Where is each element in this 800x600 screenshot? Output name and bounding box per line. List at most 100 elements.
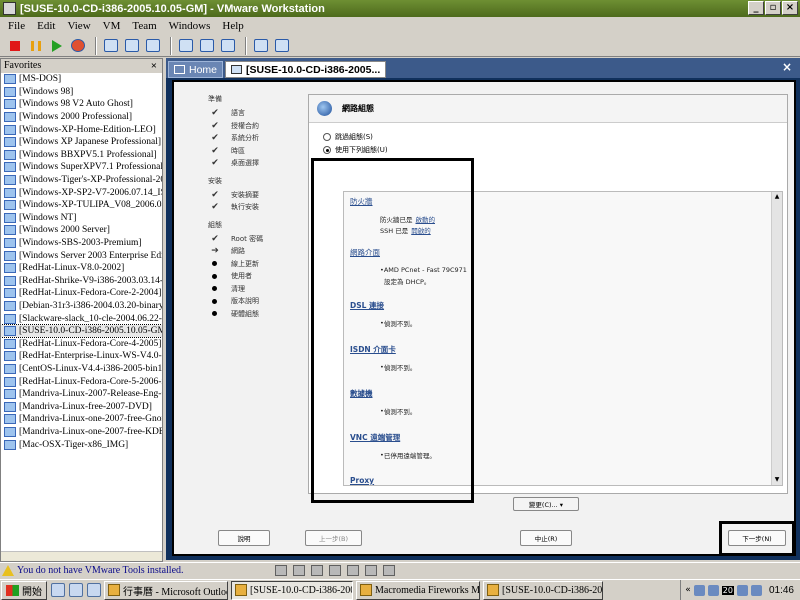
change-button[interactable]: 變更(C)... ▾ <box>513 497 579 511</box>
abort-button[interactable]: 中止(R) <box>520 530 572 546</box>
favorites-item[interactable]: [Mandriva-Linux-one-2007-free-KDE] <box>1 426 162 439</box>
menu-view[interactable]: View <box>67 20 90 32</box>
restore-button[interactable]: ▫ <box>765 1 781 15</box>
favorites-close-button[interactable]: × <box>151 59 157 73</box>
favorites-item[interactable]: [Windows NT] <box>1 212 162 225</box>
menu-file[interactable]: File <box>8 20 25 32</box>
favorites-item[interactable]: [Windows-SBS-2003-Premium] <box>1 237 162 250</box>
radio-skip-indicator[interactable] <box>323 133 331 141</box>
favorites-item[interactable]: [RedHat-Linux-Fedora-Core-2-2004] <box>1 287 162 300</box>
favorites-item[interactable]: [Windows 98] <box>1 86 162 99</box>
favorites-item[interactable]: [RedHat-Enterprise-Linux-WS-V4.0-2 <box>1 350 162 363</box>
vmware-app-icon[interactable] <box>3 2 16 15</box>
menu-edit[interactable]: Edit <box>37 20 55 32</box>
tray-expand-icon[interactable]: « <box>685 585 691 595</box>
favorites-item[interactable]: [Mandriva-Linux-2007-Release-Eng-C <box>1 388 162 401</box>
summary-scrollbar[interactable]: ▲ ▼ <box>771 192 782 485</box>
help-button[interactable]: 說明 <box>218 530 270 546</box>
radio-use-config[interactable]: 使用下列組態(U) <box>323 144 388 156</box>
taskbar-item-fireworks[interactable]: Macromedia Fireworks M... <box>356 580 480 600</box>
favorites-horizontal-scrollbar[interactable] <box>1 551 162 561</box>
favorites-item[interactable]: [RedHat-Linux-V8.0-2002] <box>1 262 162 275</box>
menu-vm[interactable]: VM <box>103 20 121 32</box>
message-icon[interactable] <box>383 565 395 576</box>
scroll-up-icon[interactable]: ▲ <box>772 192 782 202</box>
taskbar-item-vmware-2[interactable]: [SUSE-10.0-CD-i386-200... <box>483 580 603 600</box>
tray-badge[interactable]: 20 <box>721 585 734 595</box>
favorites-item[interactable]: [Debian-31r3-i386-2004.03.20-binary <box>1 300 162 313</box>
menu-team[interactable]: Team <box>132 20 156 32</box>
network-adapter-icon[interactable] <box>329 565 341 576</box>
tray-volume-icon[interactable] <box>736 584 748 596</box>
close-button[interactable]: × <box>782 1 798 15</box>
tab-home[interactable]: Home <box>168 61 224 78</box>
usb-icon[interactable] <box>347 565 359 576</box>
favorites-list: [MS-DOS] [Windows 98] [Windows 98 V2 Auto … <box>1 73 162 553</box>
outlook-icon[interactable] <box>69 583 83 597</box>
tab-suse-vm[interactable]: [SUSE-10.0-CD-i386-2005... <box>225 61 387 78</box>
vm-icon <box>4 238 16 249</box>
radio-use-indicator[interactable] <box>323 146 331 154</box>
internet-explorer-icon[interactable] <box>51 583 65 597</box>
show-sidebar-button[interactable] <box>177 37 195 55</box>
quick-switch-button[interactable] <box>219 37 237 55</box>
scroll-down-icon[interactable]: ▼ <box>772 475 782 485</box>
sound-icon[interactable] <box>365 565 377 576</box>
summary-view-button[interactable] <box>273 37 291 55</box>
full-screen-button[interactable] <box>198 37 216 55</box>
favorites-item[interactable]: [Windows-XP-Home-Edition-LEO] <box>1 123 162 136</box>
favorites-item[interactable]: [Mac-OSX-Tiger-x86_IMG] <box>1 438 162 451</box>
power-on-button[interactable] <box>48 37 66 55</box>
menu-help[interactable]: Help <box>222 20 243 32</box>
reset-button[interactable] <box>69 37 87 55</box>
tray-network-icon[interactable] <box>707 584 719 596</box>
favorites-item[interactable]: [Windows 2000 Server] <box>1 224 162 237</box>
favorites-item[interactable]: [Windows Server 2003 Enterprise Edit <box>1 249 162 262</box>
suspend-button[interactable] <box>27 37 45 55</box>
tab-close-button[interactable]: × <box>782 60 792 74</box>
title-bar: [SUSE-10.0-CD-i386-2005.10.05-GM] - VMwa… <box>0 0 800 17</box>
tray-security-icon[interactable] <box>750 584 762 596</box>
favorites-item[interactable]: [Windows 98 V2 Auto Ghost] <box>1 98 162 111</box>
favorites-item[interactable]: [RedHat-Linux-Fedora-Core-4-2005] <box>1 337 162 350</box>
favorites-item[interactable]: [Windows XP Japanese Professional] <box>1 136 162 149</box>
step-label: 使用者 <box>231 272 252 281</box>
favorites-item[interactable]: [CentOS-Linux-V4.4-i386-2005-bin1- <box>1 363 162 376</box>
snapshot-button[interactable] <box>102 37 120 55</box>
favorites-item[interactable]: [SUSE-10.0-CD-i386-2005.10.05-GM <box>1 323 162 339</box>
favorites-item[interactable]: [Mandriva-Linux-free-2007-DVD] <box>1 400 162 413</box>
favorites-item[interactable]: [RedHat-Linux-Fedora-Core-5-2006-i <box>1 375 162 388</box>
favorites-item[interactable]: [Windows-Tiger's-XP-Professional-20 <box>1 174 162 187</box>
start-button[interactable]: 開始 <box>1 580 47 600</box>
snapshot-manager-button[interactable] <box>144 37 162 55</box>
tray-app-icon[interactable] <box>693 584 705 596</box>
vm-icon <box>4 225 16 236</box>
revert-button[interactable] <box>123 37 141 55</box>
favorites-item[interactable]: [Windows 2000 Professional] <box>1 111 162 124</box>
vm-icon <box>4 376 16 387</box>
hard-disk-icon[interactable] <box>275 565 287 576</box>
cdrom-icon[interactable] <box>293 565 305 576</box>
menu-windows[interactable]: Windows <box>169 20 211 32</box>
favorites-item[interactable]: [MS-DOS] <box>1 73 162 86</box>
favorites-item[interactable]: [RedHat-Shrike-V9-i386-2003.03.14-c <box>1 275 162 288</box>
show-console-button[interactable] <box>252 37 270 55</box>
favorites-item[interactable]: [Slackware-slack_10-cle-2004.06.22-i <box>1 312 162 325</box>
clock[interactable]: 01:46 <box>769 585 794 596</box>
favorites-item[interactable]: [Windows-XP-TULIPA_V08_2006.08 <box>1 199 162 212</box>
taskbar-item-vmware-1[interactable]: [SUSE-10.0-CD-i386-200... <box>231 580 353 600</box>
radio-skip-config[interactable]: 跳過組態(S) <box>323 131 373 143</box>
back-button[interactable]: 上一步(B) <box>305 530 362 546</box>
desktop-icon[interactable] <box>87 583 101 597</box>
favorites-item[interactable]: [Windows SuperXPV7.1 Professional] <box>1 161 162 174</box>
tools-warning[interactable]: You do not have VMware Tools installed. <box>17 565 184 576</box>
vm-icon <box>4 401 16 412</box>
guest-screen[interactable]: 準備 ✔ 語言 ✔ 授權合約 ✔ 系統分析 ✔ 時區 ✔ 桌面選擇 安裝 ✔ 安裝摘要 ✔ 執行安裝 組態 ✔ Ro… <box>172 80 796 556</box>
taskbar-item-outlook[interactable]: 行事曆 - Microsoft Outlook <box>104 580 228 600</box>
favorites-item[interactable]: [Windows-XP-SP2-V7-2006.07.14_IS <box>1 186 162 199</box>
floppy-icon[interactable] <box>311 565 323 576</box>
power-off-button[interactable] <box>6 37 24 55</box>
minimize-button[interactable]: _ <box>748 1 764 15</box>
favorites-item[interactable]: [Windows BBXPV5.1 Professional] <box>1 149 162 162</box>
favorites-item[interactable]: [Mandriva-Linux-one-2007-free-Gnor <box>1 413 162 426</box>
